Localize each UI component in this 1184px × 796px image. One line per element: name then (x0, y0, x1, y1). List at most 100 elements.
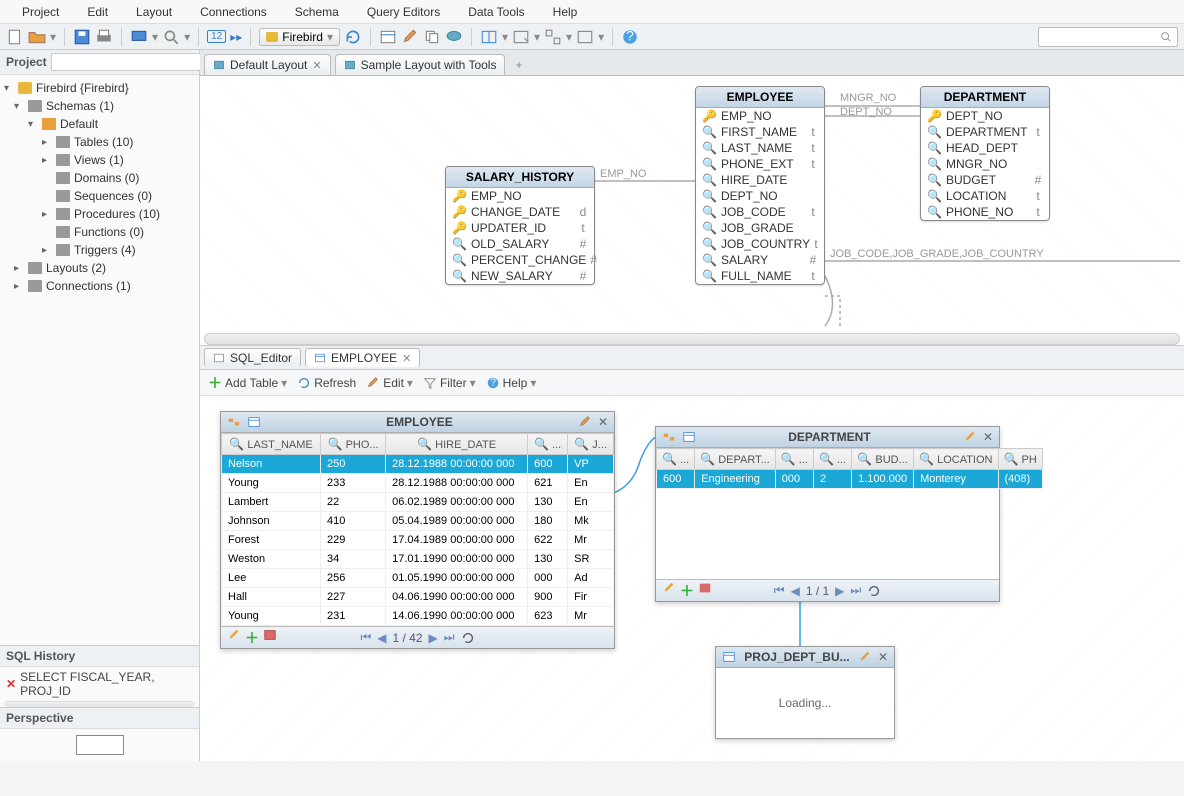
erd-column[interactable]: 🔍SALARY# (696, 252, 824, 268)
erd-column[interactable]: 🔍DEPT_NO (696, 188, 824, 204)
column-header[interactable]: 🔍 ... (528, 434, 568, 455)
cell[interactable]: Engineering (695, 470, 776, 489)
table-row[interactable]: Hall22704.06.1990 00:00:00 000900Fir (222, 588, 614, 607)
cell[interactable]: Monterey (914, 470, 998, 489)
cell[interactable]: 900 (528, 588, 568, 607)
toolbar-search[interactable] (1038, 27, 1178, 47)
tree-triggers[interactable]: ▸Triggers (4) (0, 241, 199, 259)
canvas-scrollbar[interactable] (204, 333, 1180, 345)
table-icon[interactable] (682, 430, 696, 444)
cell[interactable]: En (568, 474, 614, 493)
cell[interactable]: VP (568, 455, 614, 474)
tree-schemas[interactable]: ▾Schemas (1) (0, 97, 199, 115)
cell[interactable]: Lambert (222, 493, 321, 512)
relation-icon[interactable] (227, 415, 241, 429)
department-grid[interactable]: 🔍 ...🔍 DEPART...🔍 ...🔍 ...🔍 BUD...🔍 LOCA… (656, 448, 1043, 489)
cell[interactable]: 130 (528, 493, 568, 512)
erd-employee[interactable]: EMPLOYEE 🔑EMP_NO🔍FIRST_NAMEt🔍LAST_NAMEt🔍… (695, 86, 825, 285)
cell[interactable]: Mr (568, 531, 614, 550)
project-tree[interactable]: ▾Firebird {Firebird} ▾Schemas (1) ▾Defau… (0, 75, 199, 645)
pencil-icon[interactable] (963, 430, 977, 444)
erd-column[interactable]: 🔑DEPT_NO (921, 108, 1049, 124)
erd-column[interactable]: 🔑EMP_NO (696, 108, 824, 124)
erd-column[interactable]: 🔍PHONE_EXTt (696, 156, 824, 172)
erd-column[interactable]: 🔍BUDGET# (921, 172, 1049, 188)
first-icon[interactable]: ⏮ (774, 583, 785, 598)
perspective-box[interactable] (76, 735, 124, 755)
erd-column[interactable]: 🔍LOCATIONt (921, 188, 1049, 204)
column-header[interactable]: 🔍 PHO... (321, 434, 386, 455)
cell[interactable]: SR (568, 550, 614, 569)
tree-connections[interactable]: ▸Connections (1) (0, 277, 199, 295)
pencil-icon[interactable] (858, 650, 872, 664)
cell[interactable]: 130 (528, 550, 568, 569)
cell[interactable]: 256 (321, 569, 386, 588)
erd-column[interactable]: 🔍PERCENT_CHANGE# (446, 252, 594, 268)
cell[interactable]: Fir (568, 588, 614, 607)
cell[interactable]: Mk (568, 512, 614, 531)
menu-project[interactable]: Project (8, 5, 73, 19)
table-row[interactable]: Nelson25028.12.1988 00:00:00 000600VP (222, 455, 614, 474)
open-icon[interactable] (28, 28, 46, 46)
table-row[interactable]: 600Engineering00021.100.000Monterey(408) (657, 470, 1043, 489)
erd-canvas[interactable]: EMP_NO MNGR_NO DEPT_NO JOB_CODE,JOB_GRAD… (200, 76, 1184, 346)
refresh-icon[interactable] (867, 584, 881, 598)
column-header[interactable]: 🔍 DEPART... (695, 449, 776, 470)
filter-button[interactable]: Filter▾ (423, 376, 476, 390)
erd-column[interactable]: 🔍JOB_CODEt (696, 204, 824, 220)
grid-icon[interactable] (698, 581, 712, 595)
cell[interactable]: 623 (528, 607, 568, 626)
proj-data-window[interactable]: PROJ_DEPT_BU... ✕ Loading... (715, 646, 895, 739)
erd-column[interactable]: 🔍OLD_SALARY# (446, 236, 594, 252)
cell[interactable]: 17.04.1989 00:00:00 000 (386, 531, 528, 550)
last-icon[interactable]: ⏭ (444, 630, 455, 645)
grid3-icon[interactable] (544, 28, 562, 46)
tree-root[interactable]: ▾Firebird {Firebird} (0, 79, 199, 97)
cell[interactable]: Mr (568, 607, 614, 626)
table-row[interactable]: Young23328.12.1988 00:00:00 000621En (222, 474, 614, 493)
tree-layouts[interactable]: ▸Layouts (2) (0, 259, 199, 277)
menu-layout[interactable]: Layout (122, 5, 186, 19)
tab-sample-layout[interactable]: Sample Layout with Tools (335, 54, 506, 75)
zoom-icon[interactable] (162, 28, 180, 46)
column-header[interactable]: 🔍 ... (775, 449, 813, 470)
cell[interactable]: 28.12.1988 00:00:00 000 (386, 474, 528, 493)
edit-button[interactable]: Edit▾ (366, 376, 413, 390)
menu-edit[interactable]: Edit (73, 5, 122, 19)
cell[interactable]: Young (222, 474, 321, 493)
close-icon[interactable]: ✕ (598, 415, 608, 429)
cell[interactable]: 22 (321, 493, 386, 512)
window-header[interactable]: DEPARTMENT ✕ (656, 427, 999, 448)
cell[interactable]: Johnson (222, 512, 321, 531)
table-row[interactable]: Young23114.06.1990 00:00:00 000623Mr (222, 607, 614, 626)
connection-combo[interactable]: Firebird ▾ (259, 28, 340, 46)
cell[interactable]: 17.01.1990 00:00:00 000 (386, 550, 528, 569)
plus-icon[interactable]: ＋ (680, 581, 694, 601)
new-icon[interactable] (6, 28, 24, 46)
cell[interactable]: 04.06.1990 00:00:00 000 (386, 588, 528, 607)
refresh-icon[interactable] (461, 631, 475, 645)
cell[interactable]: Weston (222, 550, 321, 569)
plus-icon[interactable]: ＋ (245, 628, 259, 648)
cell[interactable]: 06.02.1989 00:00:00 000 (386, 493, 528, 512)
cell[interactable]: Lee (222, 569, 321, 588)
last-icon[interactable]: ⏭ (850, 583, 861, 598)
next-icon[interactable]: ▶ (429, 631, 438, 645)
column-header[interactable]: 🔍 ... (813, 449, 851, 470)
erd-column[interactable]: 🔍NEW_SALARY# (446, 268, 594, 284)
table-icon[interactable] (379, 28, 397, 46)
close-icon[interactable]: ✕ (402, 352, 411, 365)
cell[interactable]: 01.05.1990 00:00:00 000 (386, 569, 528, 588)
next-icon[interactable]: ▶ (835, 584, 844, 598)
erd-department[interactable]: DEPARTMENT 🔑DEPT_NO🔍DEPARTMENTt🔍HEAD_DEP… (920, 86, 1050, 221)
pencil-icon[interactable] (578, 415, 592, 429)
table-row[interactable]: Forest22917.04.1989 00:00:00 000622Mr (222, 531, 614, 550)
window-header[interactable]: PROJ_DEPT_BU... ✕ (716, 647, 894, 668)
employee-grid[interactable]: 🔍 LAST_NAME🔍 PHO...🔍 HIRE_DATE🔍 ...🔍 J..… (221, 433, 614, 626)
cell[interactable]: (408) (998, 470, 1042, 489)
table-row[interactable]: Weston3417.01.1990 00:00:00 000130SR (222, 550, 614, 569)
erd-column[interactable]: 🔍DEPARTMENTt (921, 124, 1049, 140)
badge-12[interactable]: 12 (207, 30, 226, 43)
cell[interactable]: 000 (528, 569, 568, 588)
cell[interactable]: Ad (568, 569, 614, 588)
